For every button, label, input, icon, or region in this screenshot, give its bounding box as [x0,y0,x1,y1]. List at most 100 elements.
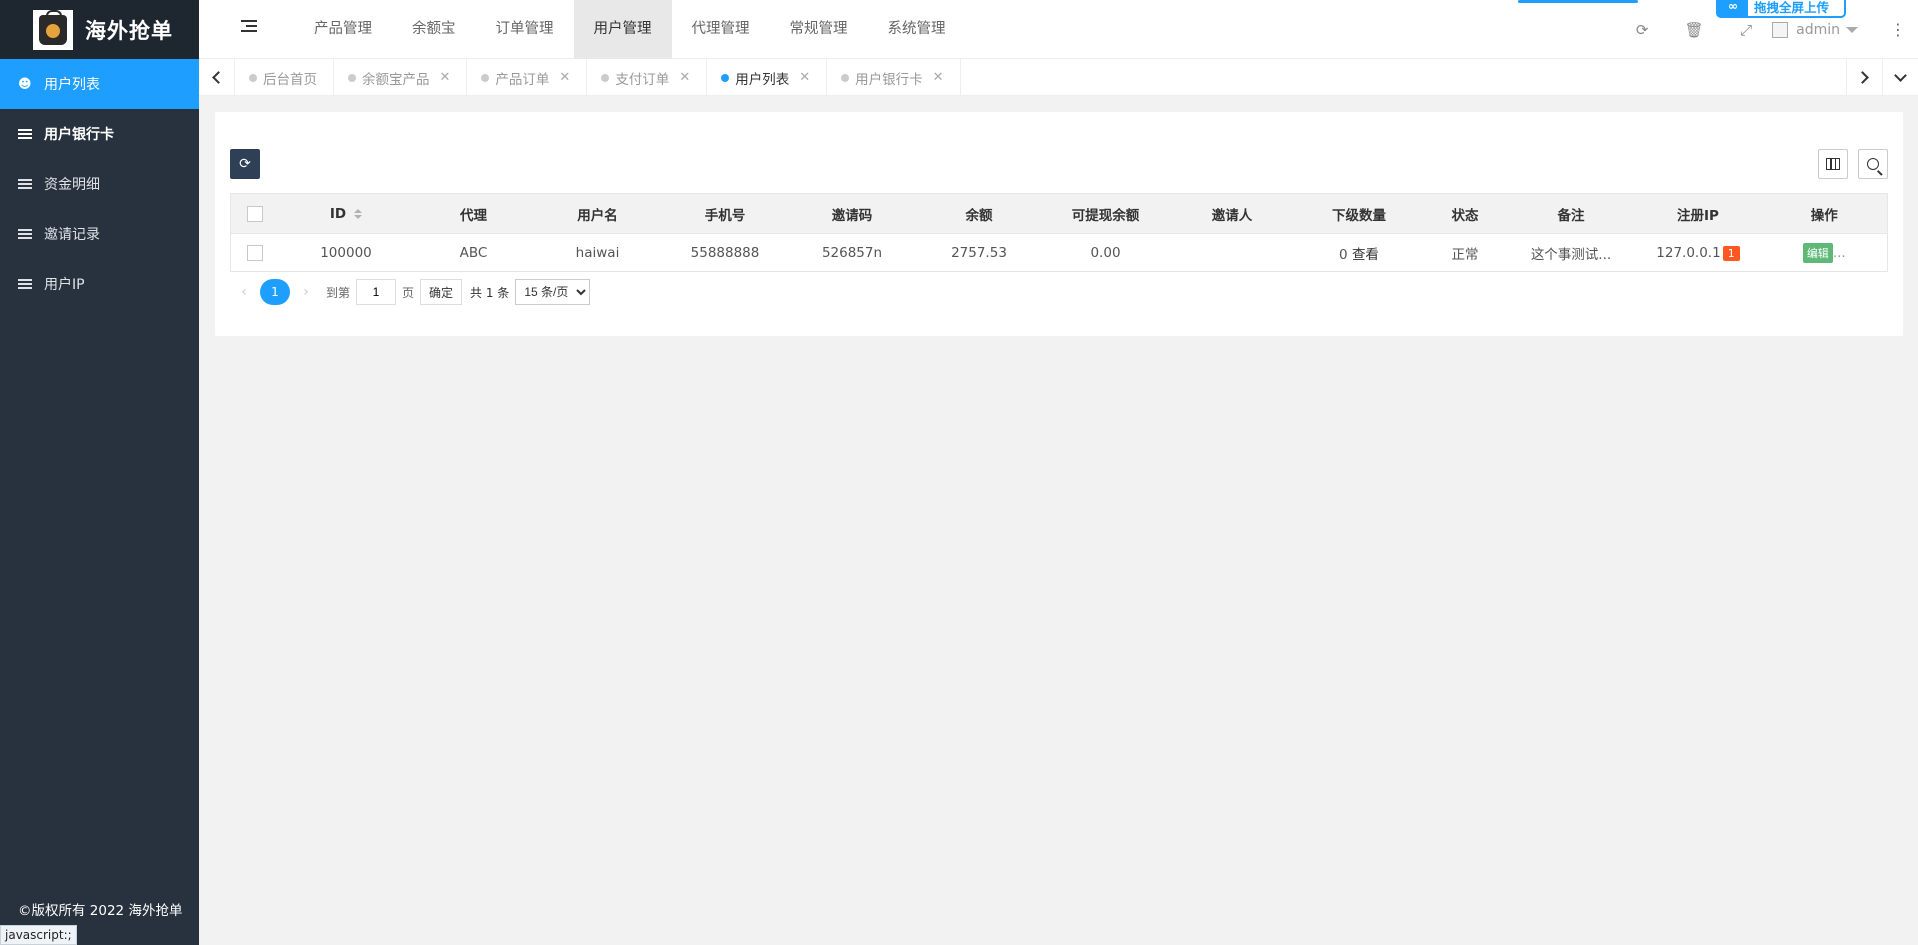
sidebar-item-user-bankcard[interactable]: 用户银行卡 [0,109,199,159]
tab-dot [481,73,490,82]
refresh-button[interactable]: ⟳ [230,149,260,179]
col-id[interactable]: ID [278,193,414,234]
chevron-left-icon [212,71,225,84]
select-all-cell [230,193,279,234]
pagination: ‹ 1 › 到第 页 确定 共 1 条 15 条/页 [230,279,591,305]
tabs-prev-button[interactable] [199,59,235,96]
more-actions[interactable]: ... [1833,245,1846,261]
cell-agent: ABC [459,244,488,261]
nav-user[interactable]: 用户管理 [573,0,672,59]
trash-icon[interactable]: 🗑 [1668,0,1720,59]
row-checkbox[interactable] [246,244,263,261]
list-icon [18,279,34,289]
select-all-checkbox[interactable] [246,205,263,222]
top-nav: 产品管理 余额宝 订单管理 用户管理 代理管理 常规管理 系统管理 [294,0,966,59]
goto-page-input[interactable] [356,279,397,305]
next-page-button[interactable]: › [292,284,320,300]
copyright: ©版权所有 2022 海外抢单 [18,903,183,919]
nav-yuebao[interactable]: 余额宝 [392,0,476,59]
caret-down-icon [1846,26,1858,33]
col-invite-code: 邀请码 [788,193,916,234]
total-count: 共 1 条 [470,285,510,300]
col-agent: 代理 [413,193,534,234]
sidebar-item-invite-record[interactable]: 邀请记录 [0,209,199,259]
prev-page-button[interactable]: ‹ [230,284,258,300]
tab-label: 用户列表 [735,71,790,88]
user-menu[interactable]: admin [1772,21,1878,38]
tab-product-order[interactable]: 产品订单 ✕ [467,59,588,96]
tab-label: 支付订单 [615,71,670,88]
link-icon: ∞ [1718,0,1748,18]
sidebar-item-fund-detail[interactable]: 资金明细 [0,159,199,209]
page-number-current[interactable]: 1 [260,279,290,305]
cell-invite-code: 526857n [821,244,883,261]
tabs: 后台首页 余额宝产品 ✕ 产品订单 ✕ 支付订单 ✕ 用户列表 ✕ 用户银行卡 … [235,59,961,96]
close-icon[interactable]: ✕ [559,70,570,85]
col-inviter: 邀请人 [1168,193,1296,234]
nav-agent[interactable]: 代理管理 [672,0,770,59]
columns-icon [1826,158,1840,170]
cell-remark: 这个事测试... [1530,246,1612,263]
col-remark: 备注 [1507,193,1635,234]
list-icon [18,129,34,139]
table-row: 100000 ABC haiwai 55888888 526857n 2757.… [231,234,1888,272]
menu-toggle-icon[interactable] [241,20,257,36]
sidebar-item-label: 用户IP [44,277,85,293]
close-icon[interactable]: ✕ [799,70,810,85]
close-icon[interactable]: ✕ [679,70,690,85]
sidebar-item-label: 用户银行卡 [44,127,114,143]
list-icon [18,229,34,239]
tabs-bar: 后台首页 余额宝产品 ✕ 产品订单 ✕ 支付订单 ✕ 用户列表 ✕ 用户银行卡 … [199,59,1918,96]
close-icon[interactable]: ✕ [440,70,451,85]
sidebar: 海外抢单 ☻ 用户列表 用户银行卡 资金明细 邀请记录 用户IP ©版权所有 2… [0,0,199,945]
sort-icon[interactable] [354,208,363,219]
col-id-label: ID [329,205,347,222]
cell-reg-ip: 127.0.0.1 1 [1635,234,1762,272]
tabs-next-button[interactable] [1846,59,1882,96]
ip-count-badge[interactable]: 1 [1722,245,1740,261]
sidebar-item-user-ip[interactable]: 用户IP [0,259,199,309]
logo-bag-icon [33,9,73,50]
search-icon [1867,158,1879,170]
nav-product[interactable]: 产品管理 [294,0,392,59]
content-card: ⟳ ID 代理 用户名 手机号 邀请码 余额 可提现余额 邀请人 下级数量 状态… [215,112,1903,336]
columns-button[interactable] [1818,149,1848,179]
tab-yuebao-product[interactable]: 余额宝产品 ✕ [334,59,468,96]
col-withdrawable: 可提现余额 [1042,193,1169,234]
goto-label: 到第 [326,285,351,300]
nav-general[interactable]: 常规管理 [770,0,868,59]
user-table: ID 代理 用户名 手机号 邀请码 余额 可提现余额 邀请人 下级数量 状态 备… [230,193,1888,272]
status-bar-url: javascript:; [0,925,77,945]
tab-pay-order[interactable]: 支付订单 ✕ [587,59,708,96]
row-select-cell [231,234,279,272]
tab-dot [348,73,356,82]
tab-label: 用户银行卡 [855,71,923,88]
more-vertical-icon[interactable]: ⋮ [1878,20,1918,39]
upload-label: 拖拽全屏上传 [1754,0,1830,15]
col-actions: 操作 [1761,193,1888,234]
col-phone: 手机号 [661,193,789,234]
search-button[interactable] [1858,149,1888,179]
nav-order[interactable]: 订单管理 [476,0,574,59]
sidebar-item-user-list[interactable]: ☻ 用户列表 [0,59,199,109]
cell-phone: 55888888 [690,244,760,261]
list-icon [18,179,34,189]
col-status: 状态 [1422,193,1508,234]
page-size-select[interactable]: 15 条/页 [515,279,591,305]
edit-button[interactable]: 编辑 [1802,242,1833,263]
upload-button[interactable]: ∞ 拖拽全屏上传 [1716,0,1846,18]
refresh-icon[interactable]: ⟳ [1616,0,1668,59]
tab-user-list[interactable]: 用户列表 ✕ [707,59,828,96]
cell-status: 正常 [1451,246,1479,263]
nav-system[interactable]: 系统管理 [868,0,966,59]
tab-user-bankcard[interactable]: 用户银行卡 ✕ [827,59,961,96]
close-icon[interactable]: ✕ [933,70,944,85]
col-balance: 余额 [915,193,1043,234]
goto-confirm-button[interactable]: 确定 [420,279,463,305]
tabs-menu-button[interactable] [1882,59,1918,96]
tab-label: 余额宝产品 [362,71,430,88]
view-sub-link[interactable]: 查看 [1352,247,1379,263]
tab-home[interactable]: 后台首页 [235,59,334,96]
avatar [1772,21,1789,38]
logo[interactable]: 海外抢单 [0,0,199,59]
